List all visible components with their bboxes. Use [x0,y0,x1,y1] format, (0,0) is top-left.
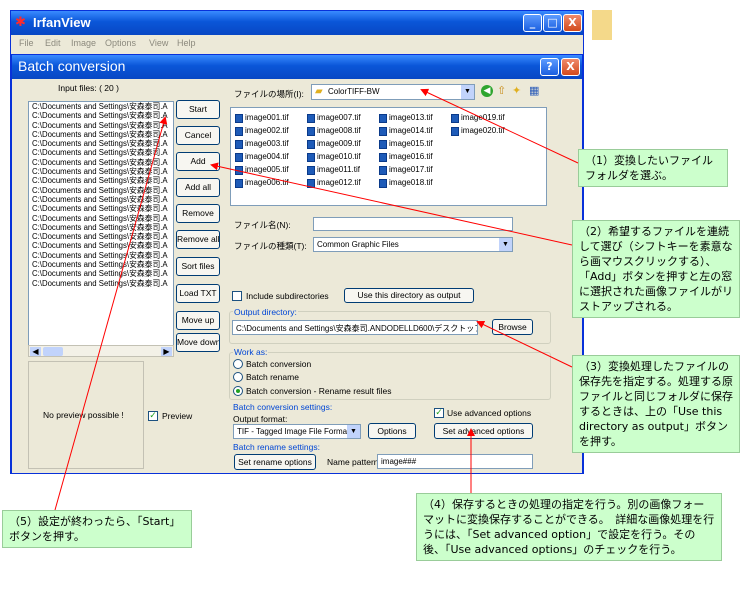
arrow-1 [420,88,579,164]
arrow-5 [54,116,168,511]
callout-2: （2）希望するファイルを連続して選び（シフトキーを素意なら画マウスクリックする）… [572,220,740,318]
callout-3: （3）変換処理したファイルの保存先を指定する。処理する原ファイルと同じフォルダに… [572,355,740,453]
callout-4: （4）保存するときの処理の指定を行う。別の画像フォーマットに変換保存することがで… [416,493,722,561]
arrow-2 [210,162,573,246]
callout-1: （1）変換したいファイルフォルダを選ぶ。 [578,149,728,187]
arrow-3 [476,320,573,368]
callout-5: （5）設定が終わったら、「Start」ボタンを押す。 [2,510,192,548]
